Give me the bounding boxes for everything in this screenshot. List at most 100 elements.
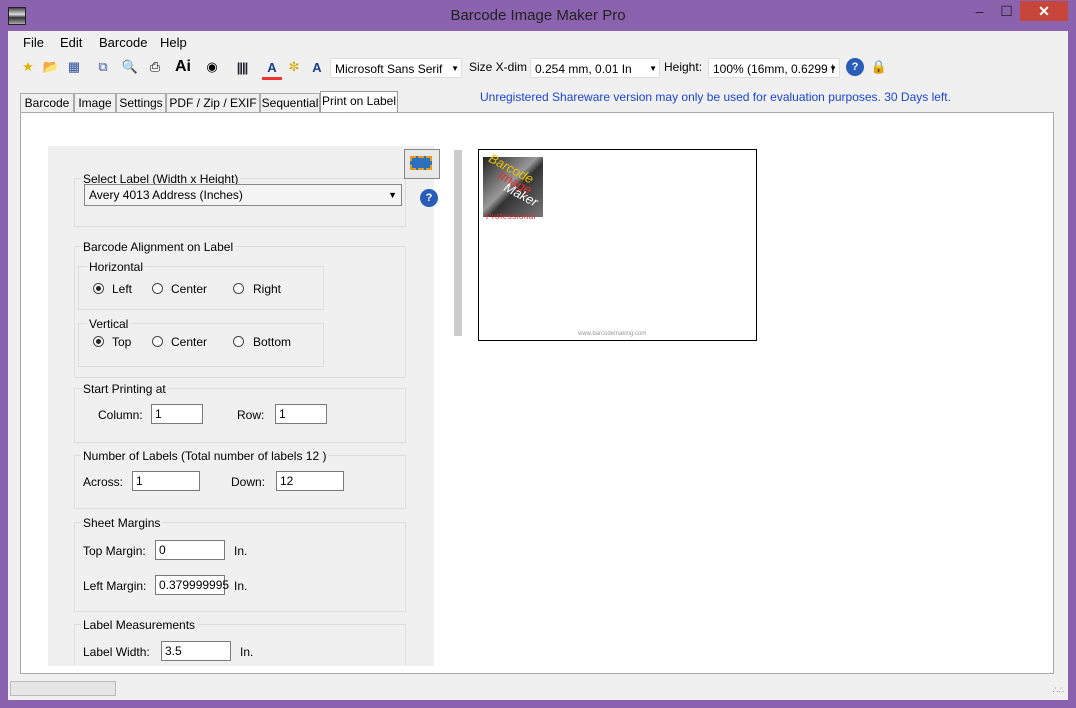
across-input[interactable]: 1 <box>132 471 200 491</box>
vertical-title: Vertical <box>87 317 131 331</box>
number-of-labels-title: Number of Labels (Total number of labels… <box>81 449 329 463</box>
label-settings-panel: Select Label (Width x Height) Avery 4013… <box>48 146 434 666</box>
down-label: Down: <box>231 475 266 489</box>
radio-top-label: Top <box>112 335 132 349</box>
radio-h-center-label: Center <box>171 282 208 296</box>
scrollbar-thumb[interactable] <box>454 150 462 336</box>
left-margin-unit: In. <box>234 579 248 593</box>
chevron-down-icon: ▼ <box>388 190 397 200</box>
color-palette-icon[interactable]: ✼ <box>284 57 304 77</box>
label-measurements-title: Label Measurements <box>81 618 198 632</box>
binoculars-icon[interactable]: ◉ <box>202 57 222 77</box>
number-of-labels-group: Number of Labels (Total number of labels… <box>74 449 406 509</box>
shareware-notice: Unregistered Shareware version may only … <box>480 90 951 104</box>
tab-image[interactable]: Image <box>74 93 116 112</box>
radio-left[interactable] <box>93 283 104 294</box>
font-select-value: Microsoft Sans Serif <box>335 62 443 76</box>
minimize-button[interactable]: – <box>966 1 993 21</box>
start-printing-group: Start Printing at Column: 1 Row: 1 <box>74 382 406 443</box>
label-width-input[interactable]: 3.5 <box>161 641 231 661</box>
app-window: Barcode Image Maker Pro – ☐ ✕ File Edit … <box>0 0 1076 708</box>
label-preview: Barcode Image Maker Professional www.bar… <box>478 149 757 341</box>
menu-help[interactable]: Help <box>160 35 187 50</box>
size-select-value: 0.254 mm, 0.01 In <box>535 62 632 76</box>
new-icon[interactable]: ★ <box>18 57 38 77</box>
left-margin-label: Left Margin: <box>83 579 147 593</box>
barcode-image-maker-logo: Barcode Image Maker <box>483 151 543 217</box>
chevron-down-icon: ▼ <box>829 64 837 73</box>
select-label-group: Select Label (Width x Height) Avery 4013… <box>74 172 406 227</box>
menu-file[interactable]: File <box>23 35 44 50</box>
close-button[interactable]: ✕ <box>1020 1 1068 21</box>
menu-barcode[interactable]: Barcode <box>99 35 147 50</box>
radio-v-center[interactable] <box>152 336 163 347</box>
font-icon[interactable]: A <box>307 57 327 77</box>
help-icon[interactable]: ? <box>846 58 864 76</box>
radio-top[interactable] <box>93 336 104 347</box>
chevron-down-icon: ▼ <box>649 64 657 73</box>
barcode-icon[interactable]: |||| <box>232 57 252 77</box>
maximize-button[interactable]: ☐ <box>993 1 1020 21</box>
label-type-value: Avery 4013 Address (Inches) <box>89 188 243 202</box>
alignment-group: Barcode Alignment on Label Horizontal Le… <box>74 240 406 378</box>
top-margin-unit: In. <box>234 544 248 558</box>
sheet-margins-title: Sheet Margins <box>81 516 163 530</box>
preview-website: www.barcodemaking.com <box>578 331 647 337</box>
horizontal-title: Horizontal <box>87 260 146 274</box>
down-input[interactable]: 12 <box>276 471 344 491</box>
tab-pdf-zip-exif[interactable]: PDF / Zip / EXIF <box>166 93 260 112</box>
radio-v-center-label: Center <box>171 335 208 349</box>
tab-settings[interactable]: Settings <box>116 93 166 112</box>
font-color-icon[interactable]: A <box>262 57 282 80</box>
illustrator-export-icon[interactable]: Ai <box>173 57 193 77</box>
print-preview-icon[interactable]: 🔍 <box>120 57 140 77</box>
copy-icon[interactable]: ⧉ <box>93 57 113 77</box>
menu-edit[interactable]: Edit <box>60 35 82 50</box>
logo-subtitle: Professional <box>486 212 537 221</box>
column-input[interactable]: 1 <box>151 404 203 424</box>
start-printing-title: Start Printing at <box>81 382 168 396</box>
window-title: Barcode Image Maker Pro <box>450 7 626 24</box>
across-label: Across: <box>83 475 124 489</box>
client-area: File Edit Barcode Help ★ 📂 ▦ ⧉ 🔍 ⎙ Ai ◉ … <box>8 31 1068 700</box>
tab-barcode[interactable]: Barcode <box>20 93 74 112</box>
film-strip-icon[interactable] <box>404 149 440 179</box>
font-select[interactable]: Microsoft Sans Serif ▼ <box>330 58 462 78</box>
status-progress-bar <box>10 681 116 696</box>
alignment-title: Barcode Alignment on Label <box>81 240 236 254</box>
vertical-group: Vertical Top Center Bottom <box>78 317 324 367</box>
height-select-value: 100% (16mm, 0.6299 I <box>713 62 835 76</box>
top-margin-input[interactable]: 0 <box>155 540 225 560</box>
label-width-unit: In. <box>240 645 254 659</box>
status-bar: ∴∴ <box>8 675 1068 700</box>
left-margin-input[interactable]: 0.379999995 <box>155 575 229 595</box>
sheet-margins-group: Sheet Margins Top Margin: 0 In. Left Mar… <box>74 516 406 612</box>
label-measurements-group: Label Measurements Label Width: 3.5 In. <box>74 618 406 666</box>
tab-sequential[interactable]: Sequential <box>260 93 320 112</box>
chevron-down-icon: ▼ <box>451 64 459 73</box>
size-select[interactable]: 0.254 mm, 0.01 In ▼ <box>530 58 660 78</box>
tab-print-on-label[interactable]: Print on Label <box>320 91 398 112</box>
row-label: Row: <box>237 408 265 422</box>
open-folder-icon[interactable]: 📂 <box>41 57 61 77</box>
title-bar: Barcode Image Maker Pro – ☐ ✕ <box>0 0 1076 31</box>
help-icon[interactable]: ? <box>420 189 438 207</box>
save-icon[interactable]: ▦ <box>64 57 84 77</box>
height-select[interactable]: 100% (16mm, 0.6299 I ▼ <box>708 58 840 78</box>
label-width-label: Label Width: <box>83 645 150 659</box>
top-margin-label: Top Margin: <box>83 544 146 558</box>
menu-bar: File Edit Barcode Help <box>8 31 1068 53</box>
print-on-label-page: Select Label (Width x Height) Avery 4013… <box>20 112 1054 674</box>
radio-bottom[interactable] <box>233 336 244 347</box>
height-label: Height: <box>664 60 703 74</box>
resize-grip-icon[interactable]: ∴∴ <box>1053 685 1064 696</box>
lock-icon[interactable]: 🔒 <box>869 57 889 77</box>
row-input[interactable]: 1 <box>275 404 327 424</box>
size-label: Size X-dim <box>469 60 528 74</box>
radio-h-center[interactable] <box>152 283 163 294</box>
radio-right[interactable] <box>233 283 244 294</box>
label-type-select[interactable]: Avery 4013 Address (Inches) ▼ <box>84 184 402 206</box>
radio-bottom-label: Bottom <box>253 335 292 349</box>
print-icon[interactable]: ⎙ <box>145 57 165 77</box>
panel-scrollbar[interactable] <box>454 146 462 666</box>
